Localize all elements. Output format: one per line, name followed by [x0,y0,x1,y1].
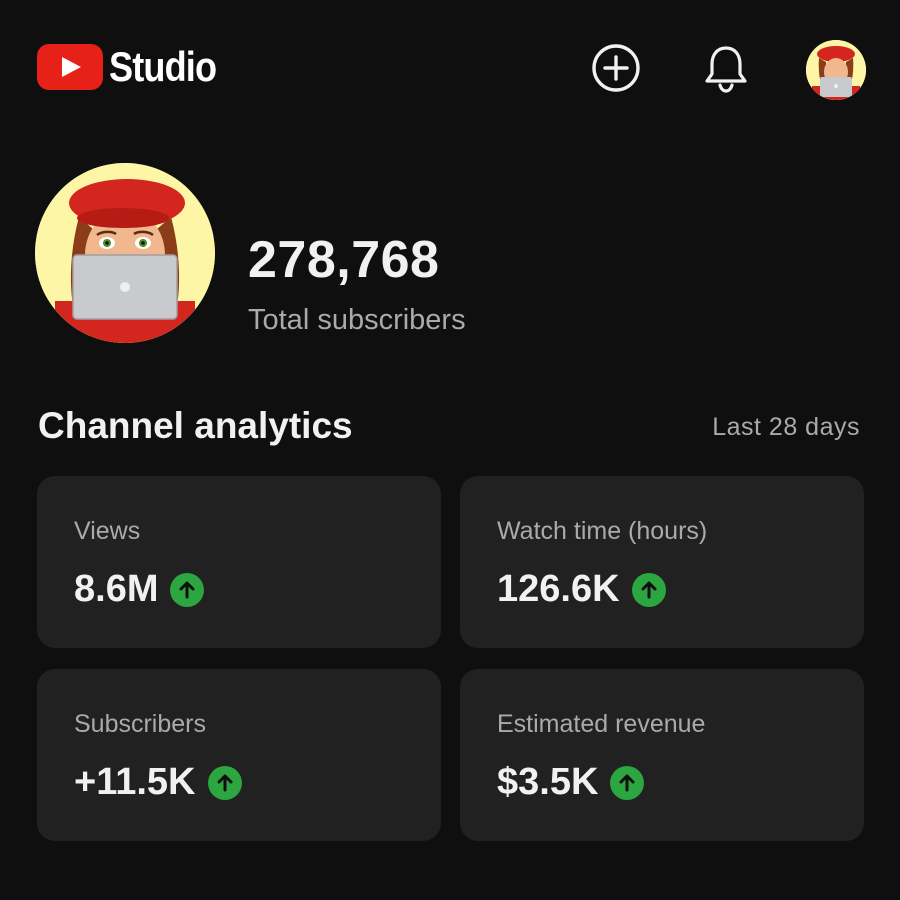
channel-analytics-title: Channel analytics [38,405,353,446]
memoji-avatar-icon [806,40,866,100]
card-label: Views [74,517,141,545]
subscribers-card[interactable]: Subscribers +11.5K [37,669,441,841]
watch-time-card[interactable]: Watch time (hours) 126.6K [460,476,864,648]
subscriber-count-label: Total subscribers [248,304,466,336]
youtube-play-icon [37,44,103,90]
card-value-row: 8.6M [74,568,205,611]
account-avatar[interactable] [806,40,866,100]
estimated-revenue-card[interactable]: Estimated revenue $3.5K [460,669,864,841]
logo-text: Studio [109,43,217,90]
notifications-button[interactable] [700,42,752,94]
card-value: 126.6K [497,568,620,610]
trend-up-icon [610,765,645,800]
date-range-label: Last 28 days [712,413,860,441]
card-label: Estimated revenue [497,710,706,738]
subscriber-count: 278,768 [248,231,440,289]
card-label: Subscribers [74,710,206,738]
studio-logo[interactable]: Studio [37,44,234,90]
app-header: Studio [0,0,900,140]
channel-avatar[interactable] [35,163,215,343]
card-value: +11.5K [74,761,196,803]
trend-up-icon [631,572,666,607]
card-value-row: +11.5K [74,761,242,804]
trend-up-icon [170,572,205,607]
card-value: $3.5K [497,761,599,803]
card-value-row: $3.5K [497,761,645,804]
create-button[interactable] [590,42,642,94]
card-label: Watch time (hours) [497,517,708,545]
card-value-row: 126.6K [497,568,666,611]
memoji-avatar-icon [35,163,215,343]
create-plus-icon [592,44,640,92]
card-value: 8.6M [74,568,159,610]
views-card[interactable]: Views 8.6M [37,476,441,648]
bell-icon [705,46,747,93]
trend-up-icon [207,765,242,800]
